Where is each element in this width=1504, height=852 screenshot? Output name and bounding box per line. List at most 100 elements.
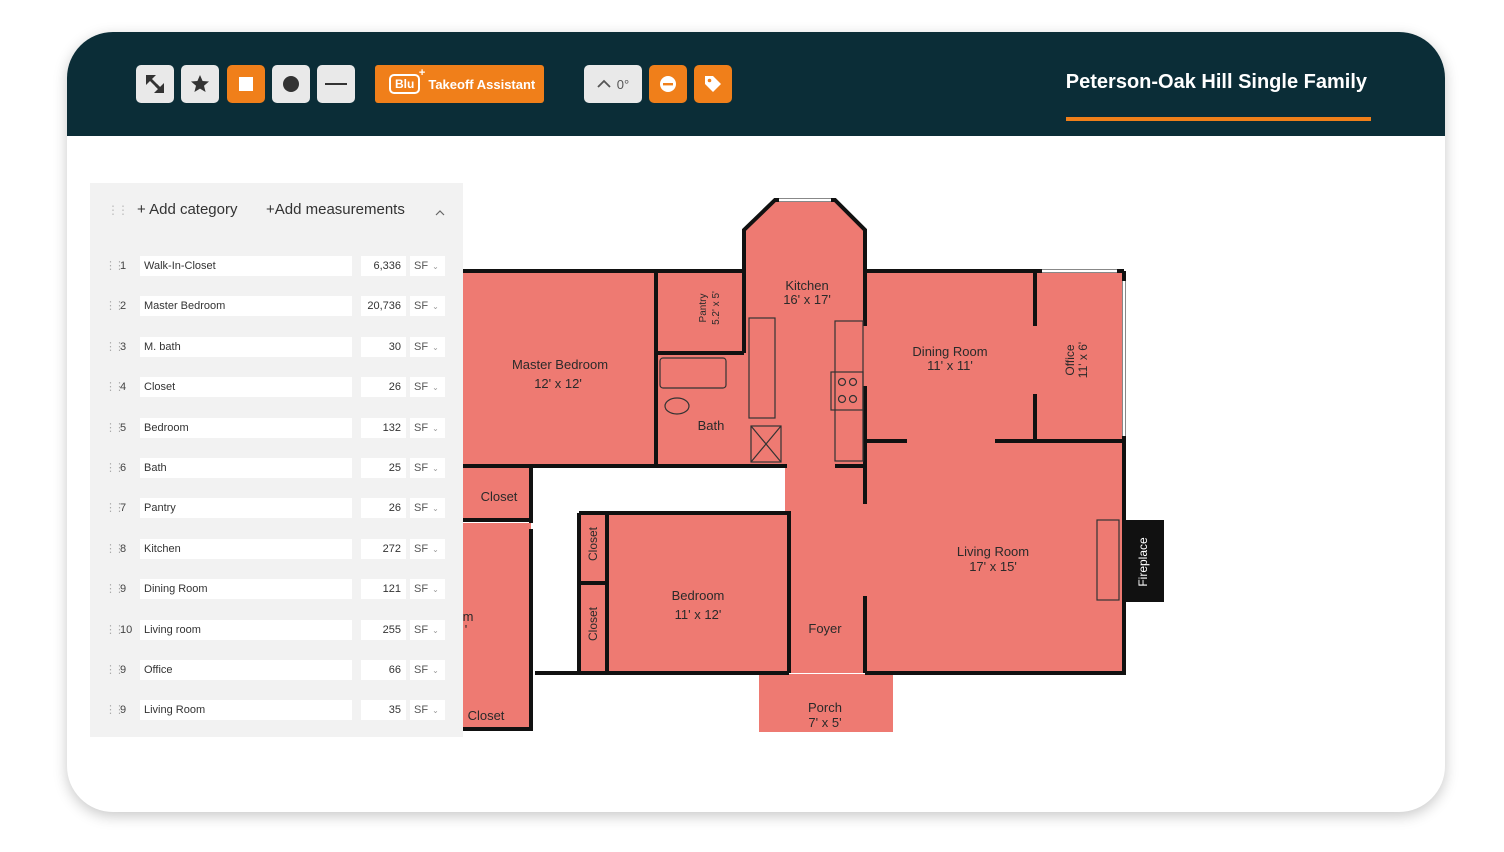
label-pantry-dim: 5.2' x 5' <box>711 291 722 325</box>
label-dining-dim: 11' x 11' <box>927 358 973 373</box>
chevron-down-icon: ⌄ <box>432 585 439 595</box>
row-value-input[interactable]: 26 <box>361 498 406 519</box>
row-unit-label: SF <box>414 421 429 434</box>
chevron-down-icon: ⌄ <box>432 625 439 635</box>
row-value-input[interactable]: 121 <box>361 579 406 600</box>
measurement-row[interactable]: ⋮⋮ 1 Walk-In-Closet 6,336 SF ⌄ <box>90 256 463 278</box>
row-unit-label: SF <box>414 542 429 555</box>
row-unit-select[interactable]: SF ⌄ <box>410 256 445 276</box>
takeoff-assistant-button[interactable]: Blu Takeoff Assistant <box>375 65 544 103</box>
line-tool-button[interactable] <box>317 65 355 103</box>
measurement-row[interactable]: ⋮⋮ 8 Kitchen 272 SF ⌄ <box>90 538 463 561</box>
app-window: Blu Takeoff Assistant 0° Peterson-Oak Hi… <box>67 32 1445 812</box>
square-tool-button[interactable] <box>227 65 265 103</box>
project-title: Peterson-Oak Hill Single Family <box>1065 71 1367 93</box>
row-unit-label: SF <box>414 300 429 313</box>
foyer-area[interactable] <box>785 466 865 673</box>
chevron-down-icon: ⌄ <box>432 544 439 554</box>
line-icon <box>325 83 347 85</box>
label-living-dim: 17' x 15' <box>969 559 1017 574</box>
row-unit-select[interactable]: SF ⌄ <box>410 538 445 559</box>
row-name-input[interactable]: Bath <box>140 458 352 478</box>
blu-logo: Blu <box>389 67 426 94</box>
kitchen-lower-area[interactable] <box>744 316 865 466</box>
row-number: 8 <box>120 542 127 555</box>
label-office-dim: 11' x 6' <box>1076 342 1090 378</box>
closet-cut-area[interactable] <box>463 523 531 729</box>
collapse-chevron-icon[interactable] <box>435 209 445 216</box>
row-name-input[interactable]: Walk-In-Closet <box>140 256 352 276</box>
chevron-down-icon: ⌄ <box>432 706 439 716</box>
label-porch: Porch <box>808 700 842 715</box>
measurement-row[interactable]: ⋮⋮ 6 Bath 25 SF ⌄ <box>90 458 463 480</box>
row-name-input[interactable]: Dining Room <box>140 579 352 600</box>
row-name-input[interactable]: Bedroom <box>140 417 352 438</box>
label-closet-b: Closet <box>586 526 600 561</box>
measurement-row[interactable]: ⋮⋮ 2 Master Bedroom 20,736 SF ⌄ <box>90 296 463 318</box>
row-unit-label: SF <box>414 462 429 474</box>
row-unit-select[interactable]: SF ⌄ <box>410 458 445 478</box>
row-name-input[interactable]: M. bath <box>140 336 352 357</box>
top-toolbar: Blu Takeoff Assistant 0° Peterson-Oak Hi… <box>67 32 1445 136</box>
row-name-input[interactable]: Living room <box>140 619 352 640</box>
star-tool-button[interactable] <box>181 65 219 103</box>
row-value-input[interactable]: 132 <box>361 417 406 438</box>
measurement-row[interactable]: ⋮⋮ 3 M. bath 30 SF ⌄ <box>90 336 463 359</box>
bath-area[interactable] <box>656 353 746 464</box>
angle-button[interactable]: 0° <box>584 65 642 103</box>
row-value-input[interactable]: 20,736 <box>361 296 406 317</box>
measurement-row[interactable]: ⋮⋮ 9 Dining Room 121 SF ⌄ <box>90 579 463 601</box>
minus-button[interactable] <box>649 65 687 103</box>
row-number: 10 <box>120 623 133 636</box>
row-name-input[interactable]: Pantry <box>140 498 352 519</box>
row-number: 5 <box>120 421 127 434</box>
measurement-row[interactable]: ⋮⋮ 10 Living room 255 SF ⌄ <box>90 619 463 642</box>
row-value-input[interactable]: 272 <box>361 538 406 559</box>
row-value-input[interactable]: 6,336 <box>361 256 406 276</box>
chevron-down-icon: ⌄ <box>432 262 439 271</box>
row-unit-select[interactable]: SF ⌄ <box>410 579 445 600</box>
row-value-input[interactable]: 35 <box>361 700 406 721</box>
title-underline <box>1066 117 1371 121</box>
circle-tool-button[interactable] <box>272 65 310 103</box>
row-value-input[interactable]: 66 <box>361 660 406 680</box>
label-foyer: Foyer <box>808 621 842 636</box>
row-unit-select[interactable]: SF ⌄ <box>410 660 445 680</box>
measurement-row[interactable]: ⋮⋮ 9 Living Room 35 SF ⌄ <box>90 700 463 722</box>
drag-handle-icon[interactable]: ⋮⋮ <box>107 203 129 217</box>
row-name-input[interactable]: Office <box>140 660 352 680</box>
row-unit-select[interactable]: SF ⌄ <box>410 619 445 640</box>
row-number: 6 <box>120 462 127 474</box>
circle-icon <box>283 76 299 92</box>
row-name-input[interactable]: Kitchen <box>140 538 352 559</box>
row-unit-label: SF <box>414 583 429 596</box>
row-number: 7 <box>120 502 127 515</box>
label-kitchen: Kitchen <box>785 278 828 293</box>
row-unit-select[interactable]: SF ⌄ <box>410 700 445 721</box>
row-unit-select[interactable]: SF ⌄ <box>410 296 445 317</box>
measurement-row[interactable]: ⋮⋮ 4 Closet 26 SF ⌄ <box>90 377 463 399</box>
row-name-input[interactable]: Closet <box>140 377 352 398</box>
row-value-input[interactable]: 255 <box>361 619 406 640</box>
chevron-down-icon: ⌄ <box>432 342 439 352</box>
add-measurements-button[interactable]: +Add measurements <box>266 201 405 218</box>
measurement-row[interactable]: ⋮⋮ 9 Office 66 SF ⌄ <box>90 660 463 682</box>
row-unit-select[interactable]: SF ⌄ <box>410 498 445 519</box>
row-unit-label: SF <box>414 381 429 394</box>
row-value-input[interactable]: 30 <box>361 336 406 357</box>
row-value-input[interactable]: 25 <box>361 458 406 478</box>
tag-button[interactable] <box>694 65 732 103</box>
row-unit-label: SF <box>414 704 429 717</box>
add-category-button[interactable]: + Add category <box>137 201 238 218</box>
row-unit-select[interactable]: SF ⌄ <box>410 417 445 438</box>
row-unit-select[interactable]: SF ⌄ <box>410 336 445 357</box>
row-unit-select[interactable]: SF ⌄ <box>410 377 445 398</box>
row-name-input[interactable]: Living Room <box>140 700 352 721</box>
measurement-row[interactable]: ⋮⋮ 5 Bedroom 132 SF ⌄ <box>90 417 463 440</box>
chevron-down-icon: ⌄ <box>432 666 439 675</box>
row-name-input[interactable]: Master Bedroom <box>140 296 352 317</box>
row-unit-label: SF <box>414 502 429 515</box>
pan-arrows-tool-button[interactable] <box>136 65 174 103</box>
row-value-input[interactable]: 26 <box>361 377 406 398</box>
measurement-row[interactable]: ⋮⋮ 7 Pantry 26 SF ⌄ <box>90 498 463 520</box>
